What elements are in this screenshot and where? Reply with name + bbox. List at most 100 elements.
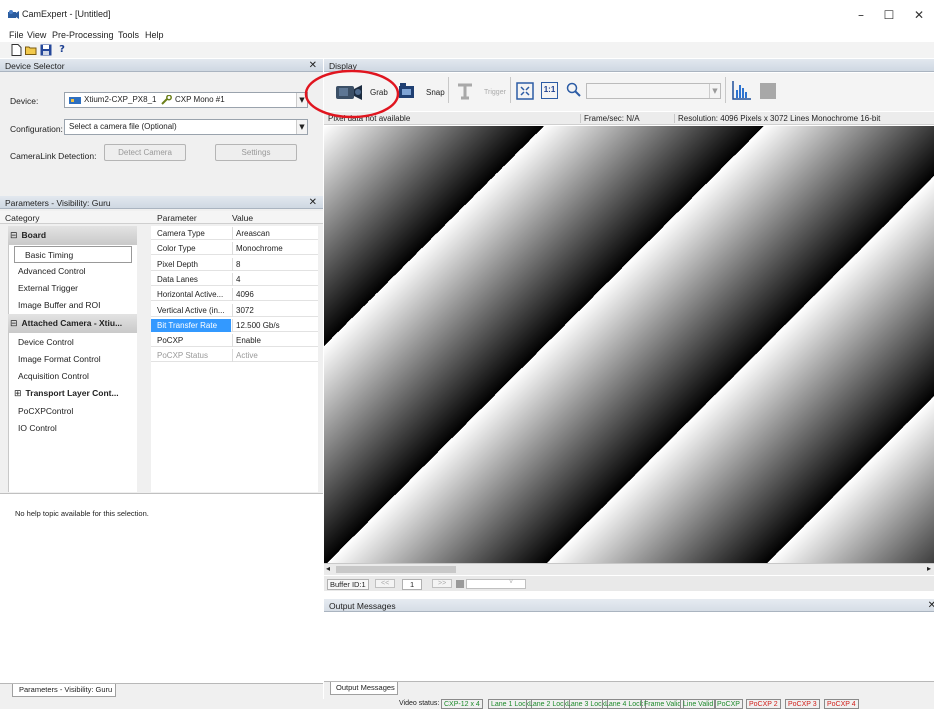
category-item[interactable]: ⊟ Board	[8, 226, 137, 245]
scroll-thumb[interactable]	[336, 566, 456, 573]
category-item[interactable]: IO Control	[8, 420, 133, 437]
video-status-indicator: PoCXP 2	[746, 699, 781, 709]
help-icon[interactable]: ?	[56, 44, 68, 56]
category-item[interactable]: Acquisition Control	[8, 368, 133, 385]
menu-pre-processing[interactable]: Pre-Processing	[52, 30, 114, 40]
parameter-value[interactable]: 12.500 Gb/s	[232, 318, 319, 332]
parameter-value[interactable]: Monochrome	[232, 242, 319, 256]
parameter-value[interactable]: 4096	[232, 288, 319, 302]
image-canvas[interactable]	[324, 126, 934, 563]
parameters-close-icon[interactable]: ✕	[309, 197, 317, 208]
collapse-icon[interactable]: ⊟	[10, 319, 18, 329]
parameter-name: Pixel Depth	[157, 259, 198, 269]
cameralink-detection-label: CameraLink Detection:	[10, 151, 97, 161]
buffer-bar: Buffer ID:1 << 1 >> ˅	[324, 576, 934, 591]
buffer-next-button[interactable]: >>	[432, 579, 453, 588]
parameters-visibility-tab[interactable]: Parameters - Visibility: Guru	[12, 684, 116, 697]
device-selector-close-icon[interactable]: ✕	[309, 60, 317, 71]
pixel-data-status: Pixel data not available	[328, 114, 411, 123]
parameter-row[interactable]: Pixel Depth 8	[151, 257, 319, 271]
chevron-down-icon[interactable]: ▼	[296, 120, 307, 134]
grab-camera-icon[interactable]	[336, 83, 364, 103]
zoom-magnifier-icon[interactable]	[566, 82, 582, 100]
chevron-down-icon[interactable]: ▼	[709, 84, 720, 98]
buffer-combo[interactable]: ˅	[466, 579, 526, 589]
category-item[interactable]: ⊟ Attached Camera - Xtiu...	[8, 314, 137, 333]
buffer-prev-button[interactable]: <<	[375, 579, 396, 588]
maximize-button[interactable]: ☐	[874, 4, 904, 26]
display-status-bar: Pixel data not available Frame/sec: N/A …	[324, 112, 934, 125]
collapse-icon[interactable]: ⊟	[10, 231, 18, 241]
video-status-indicator: PoCXP 4	[824, 699, 859, 709]
zoom-select[interactable]: ▼	[586, 83, 721, 99]
output-tab-strip: Output Messages	[324, 681, 934, 699]
menu-file[interactable]: File	[9, 30, 24, 40]
parameter-value[interactable]: 4	[232, 272, 319, 286]
category-label: Attached Camera - Xtiu...	[21, 318, 123, 328]
parameter-name: Horizontal Active...	[157, 290, 224, 300]
category-item[interactable]: External Trigger	[8, 280, 133, 297]
parameter-value[interactable]: Areascan	[232, 227, 319, 240]
open-folder-icon[interactable]	[25, 44, 37, 56]
category-label: Image Format Control	[18, 354, 101, 364]
col-parameter: Parameter	[157, 213, 197, 223]
parameter-row[interactable]: Vertical Active (in... 3072	[151, 303, 319, 317]
device-select[interactable]: Xtium2-CXP_PX8_1 CXP Mono #1 ▼	[64, 92, 308, 108]
trigger-icon[interactable]	[456, 82, 474, 102]
menu-view[interactable]: View	[27, 30, 46, 40]
chevron-down-icon[interactable]: ▼	[296, 93, 307, 107]
minimize-button[interactable]: –	[846, 4, 876, 26]
stop-icon[interactable]	[760, 83, 776, 99]
video-status-indicator: PoCXP	[714, 699, 743, 709]
category-item[interactable]: PoCXPControl	[8, 403, 133, 420]
detect-camera-button[interactable]: Detect Camera	[104, 144, 186, 161]
image-horizontal-scrollbar[interactable]: ◂ ▸	[324, 563, 934, 575]
chevron-down-icon[interactable]: ˅	[509, 579, 513, 586]
close-button[interactable]: ✕	[904, 4, 934, 26]
output-messages-tab[interactable]: Output Messages	[330, 682, 398, 695]
output-close-icon[interactable]: ✕	[928, 600, 934, 611]
histogram-icon[interactable]	[732, 80, 752, 102]
menu-help[interactable]: Help	[145, 30, 164, 40]
device-config-name: CXP Mono #1	[175, 95, 225, 104]
parameter-row[interactable]: PoCXP Status Active	[151, 349, 319, 363]
parameter-row[interactable]: Horizontal Active... 4096	[151, 288, 319, 302]
buffer-stop-icon[interactable]	[456, 580, 464, 588]
snap-camera-icon[interactable]	[398, 82, 416, 102]
snap-button[interactable]: Snap	[426, 88, 445, 97]
parameter-value[interactable]: 3072	[232, 303, 319, 317]
app-camera-icon	[8, 9, 19, 19]
category-item[interactable]: Image Buffer and ROI	[8, 297, 133, 314]
settings-button[interactable]: Settings	[215, 144, 297, 161]
scroll-left-icon[interactable]: ◂	[326, 564, 330, 573]
save-icon[interactable]	[40, 44, 52, 56]
parameter-value[interactable]: 8	[232, 257, 319, 271]
parameter-row[interactable]: Bit Transfer Rate 12.500 Gb/s	[151, 318, 319, 332]
category-label: Basic Timing	[25, 250, 74, 260]
category-item[interactable]: Basic Timing	[14, 246, 132, 263]
parameter-value[interactable]: Active	[232, 349, 319, 363]
grab-button[interactable]: Grab	[370, 88, 388, 97]
fit-to-window-icon[interactable]	[516, 82, 534, 102]
video-status-indicator: Lane 4 Lock	[602, 699, 647, 709]
scroll-right-icon[interactable]: ▸	[927, 564, 931, 573]
one-to-one-button[interactable]: 1:1	[541, 82, 558, 99]
parameter-name: Bit Transfer Rate	[151, 318, 231, 332]
menu-tools[interactable]: Tools	[118, 30, 139, 40]
expand-icon[interactable]: ⊞	[14, 389, 22, 399]
new-file-icon[interactable]	[10, 44, 22, 56]
category-item[interactable]: Device Control	[8, 334, 133, 351]
configuration-select[interactable]: Select a camera file (Optional) ▼	[64, 119, 308, 135]
parameter-value[interactable]: Enable	[232, 334, 319, 348]
parameter-row[interactable]: Data Lanes 4	[151, 272, 319, 286]
parameter-row[interactable]: Camera Type Areascan	[151, 227, 319, 240]
category-item[interactable]: Image Format Control	[8, 351, 133, 368]
parameter-row[interactable]: PoCXP Enable	[151, 334, 319, 348]
parameter-name: PoCXP Status	[157, 351, 208, 361]
trigger-button[interactable]: Trigger	[484, 89, 506, 96]
category-item[interactable]: ⊞ Transport Layer Cont...	[8, 385, 133, 402]
category-item[interactable]: Advanced Control	[8, 263, 133, 280]
parameter-row[interactable]: Color Type Monochrome	[151, 242, 319, 256]
left-tab-strip: Parameters - Visibility: Guru	[0, 683, 323, 699]
buffer-number[interactable]: 1	[402, 579, 423, 590]
